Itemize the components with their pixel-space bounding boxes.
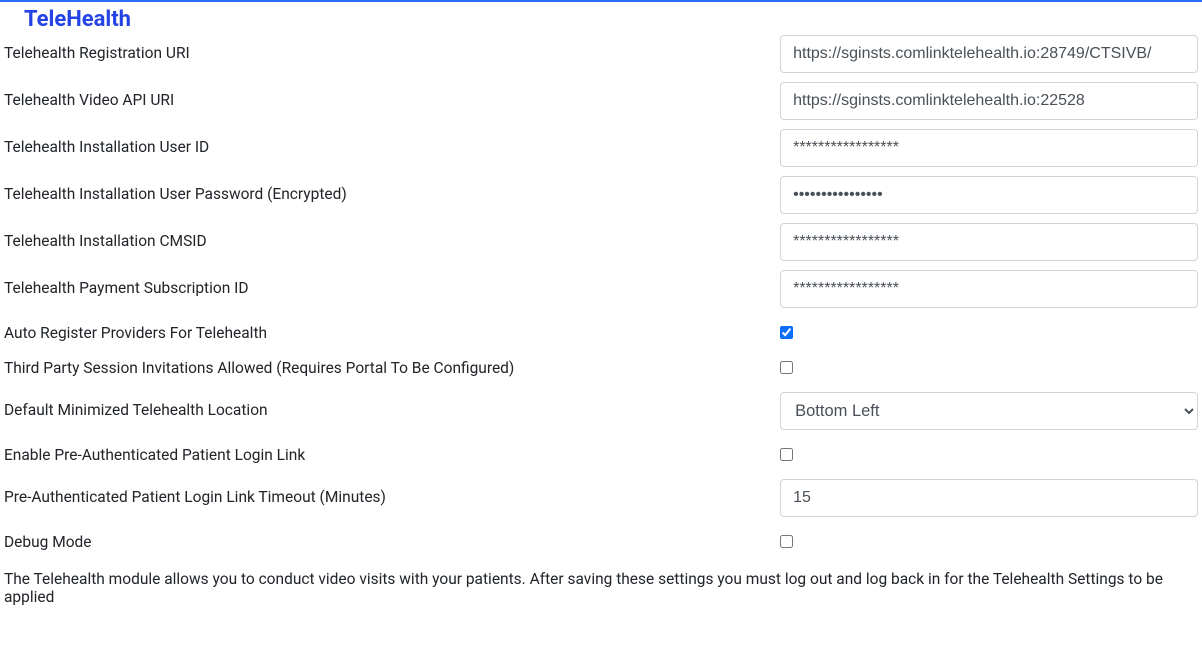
input-preauth-timeout[interactable] (780, 479, 1198, 517)
label-payment-sub-id: Telehealth Payment Subscription ID (4, 270, 780, 297)
label-preauth-timeout: Pre-Authenticated Patient Login Link Tim… (4, 479, 780, 506)
label-video-api-uri: Telehealth Video API URI (4, 82, 780, 109)
label-auto-register: Auto Register Providers For Telehealth (4, 324, 780, 342)
input-install-user-id[interactable] (780, 129, 1198, 167)
label-install-cmsid: Telehealth Installation CMSID (4, 223, 780, 250)
input-install-user-pw[interactable] (780, 176, 1198, 214)
settings-form: Telehealth Registration URI Telehealth V… (0, 35, 1202, 606)
label-preauth-link: Enable Pre-Authenticated Patient Login L… (4, 446, 780, 464)
checkbox-preauth-link[interactable] (780, 448, 793, 461)
checkbox-debug-mode[interactable] (780, 535, 793, 548)
label-install-user-id: Telehealth Installation User ID (4, 129, 780, 156)
label-debug-mode: Debug Mode (4, 533, 780, 551)
label-registration-uri: Telehealth Registration URI (4, 35, 780, 62)
checkbox-third-party[interactable] (780, 361, 793, 374)
input-install-cmsid[interactable] (780, 223, 1198, 261)
label-install-user-pw: Telehealth Installation User Password (E… (4, 176, 780, 203)
input-registration-uri[interactable] (780, 35, 1198, 73)
select-min-location[interactable]: Bottom Left (780, 392, 1198, 430)
checkbox-auto-register[interactable] (780, 326, 793, 339)
section-title: TeleHealth (0, 2, 1202, 35)
input-payment-sub-id[interactable] (780, 270, 1198, 308)
module-description: The Telehealth module allows you to cond… (4, 566, 1198, 606)
label-third-party: Third Party Session Invitations Allowed … (4, 359, 780, 377)
label-min-location: Default Minimized Telehealth Location (4, 392, 780, 419)
input-video-api-uri[interactable] (780, 82, 1198, 120)
